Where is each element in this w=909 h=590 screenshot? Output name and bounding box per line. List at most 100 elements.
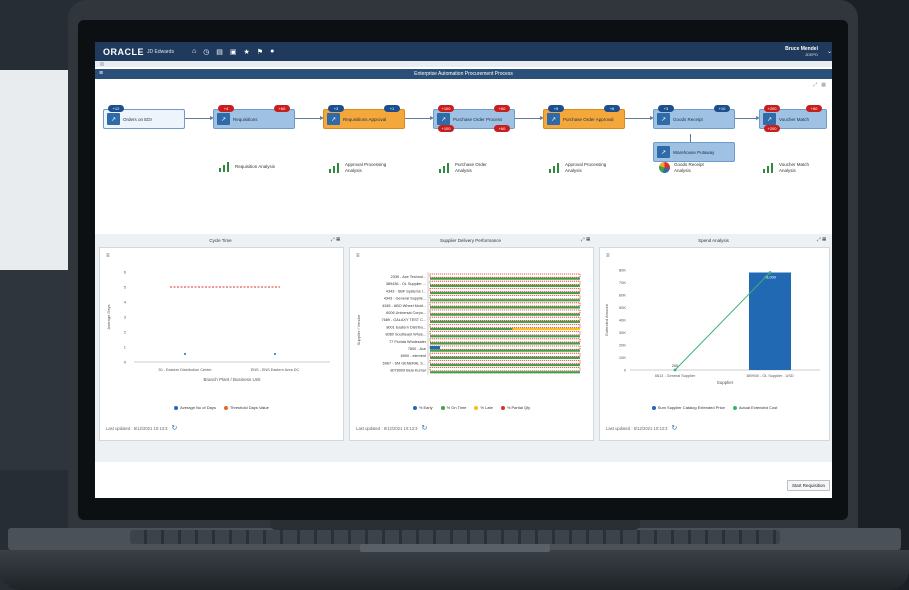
panel-menu-icon[interactable]: ≡ — [356, 253, 360, 259]
analysis-link-po-approval[interactable]: Approval Processing Analysis — [549, 162, 615, 173]
node-label: Purchase Order Approval — [563, 116, 614, 122]
y-tick-label: 8001 Eastern Distribu... — [386, 325, 426, 329]
flow-node-goods-receipt[interactable]: +3 +10 ↗ Goods Receipt — [653, 105, 735, 129]
bell-icon[interactable]: ● — [270, 48, 274, 56]
history-icon[interactable]: ◷ — [203, 48, 209, 56]
refresh-icon[interactable]: ↻ — [671, 424, 677, 432]
expand-icon[interactable]: ⤢ — [817, 237, 821, 243]
legend-item[interactable]: % Early — [412, 405, 433, 410]
y-tick-label: 0 — [624, 368, 627, 373]
data-point — [673, 368, 677, 372]
keyboard — [130, 530, 780, 544]
analysis-label: Voucher Match Analysis — [779, 162, 810, 173]
flow-node-voucher-match[interactable]: +200 +50 +200 ↗ Voucher Match — [759, 105, 827, 132]
legend-item[interactable]: % Late — [474, 405, 493, 410]
count-badge: +200 — [764, 105, 780, 112]
analysis-label: Requisition Analysis — [235, 164, 276, 170]
bar-segment — [430, 346, 440, 350]
legend-item[interactable]: Actual Extended Cost — [732, 405, 777, 410]
bar-segment — [430, 313, 580, 316]
flow-node-requisitions-approval[interactable]: +3 +1 ↗ Requisitions Approval — [323, 105, 405, 129]
flow-node-requisitions[interactable]: +4 +60 ↗ Requisitions — [213, 105, 295, 129]
flow-arrow — [185, 116, 214, 120]
expand-icon[interactable]: ⤢ — [581, 237, 585, 243]
flow-arrow — [515, 116, 544, 120]
options-icon[interactable]: ▦ — [822, 237, 826, 243]
chevron-down-icon[interactable]: ⌄ — [827, 48, 832, 55]
analysis-link-goods-receipt[interactable]: Goods Receipt Analysis — [659, 162, 714, 173]
x-tick-label: 6613 - General Supplier — [655, 374, 696, 378]
flag-icon[interactable]: ⚑ — [257, 48, 263, 56]
last-updated-text: Last updated : 6/12/2021 10:13:3 — [106, 425, 168, 431]
panel-title: Spend Analysis — [698, 237, 729, 243]
data-point — [184, 353, 186, 355]
refresh-icon[interactable]: ↻ — [421, 424, 427, 432]
app-header: ORACLE JD Edwards ⌂ ◷ ▤ ▣ ★ ⚑ ● Bruce Me… — [95, 42, 832, 61]
y-tick-label: 8060 Southeast Whse... — [385, 333, 426, 337]
last-updated: Last updated : 6/12/2021 10:13:3 ↻ — [356, 424, 427, 432]
bar-segment — [429, 295, 581, 300]
y-tick-label: 1 — [124, 345, 127, 350]
oracle-logo[interactable]: ORACLE — [103, 47, 144, 57]
x-axis-label: Branch Plant / Business Unit — [203, 377, 261, 382]
alert-badge: +50 — [806, 105, 822, 112]
count-badge: +4 — [218, 105, 234, 112]
refresh-icon[interactable]: ↻ — [171, 424, 177, 432]
analysis-link-requisition[interactable]: Requisition Analysis — [219, 162, 275, 172]
y-tick-label: 7689 - GALAXY TEST C... — [381, 318, 426, 322]
flow-arrow — [735, 116, 760, 120]
analysis-link-purchase-order[interactable]: Purchase Order Analysis — [439, 162, 495, 173]
legend-item[interactable]: Average No of Days — [174, 405, 216, 410]
panel-spend-analysis: ≡ 80K 70K 60K 50K 40K 30K 20K 10K 0 Extended Amou… — [599, 247, 830, 441]
node-label: Warehouse Putaway — [673, 149, 715, 155]
hamburger-menu-icon[interactable]: ≡ — [99, 70, 103, 78]
bar-segment — [429, 367, 581, 372]
count-badge: +3 — [658, 105, 674, 112]
analysis-label: Approval Processing Analysis — [345, 162, 387, 173]
node-label: Purchase Order Process — [453, 116, 503, 122]
panel-menu-icon[interactable]: ≡ — [606, 253, 610, 259]
user-menu[interactable]: Bruce Mendel JDEPD — [785, 46, 818, 58]
panel-menu-icon[interactable]: ≡ — [106, 253, 110, 259]
bar-segment — [430, 320, 580, 323]
flow-node-orders-edi[interactable]: +12 ↗ Orders on EDI — [103, 105, 185, 129]
list-icon[interactable]: ▤ — [216, 48, 223, 56]
bar-segment — [429, 338, 581, 343]
bar-segment — [430, 349, 580, 352]
options-icon[interactable]: ▦ — [821, 82, 826, 88]
document-icon[interactable]: ▣ — [230, 48, 237, 56]
analysis-link-approval-processing[interactable]: Approval Processing Analysis — [329, 162, 395, 173]
options-icon[interactable]: ▦ — [586, 237, 590, 243]
expand-icon[interactable]: ⤢ — [331, 237, 335, 243]
legend-item[interactable]: Sum Supplier Catalog Extended Price — [651, 405, 725, 410]
spend-analysis-chart: 80K 70K 60K 50K 40K 30K 20K 10K 0 Extended Amount… — [604, 268, 820, 385]
alert-badge: +10 — [714, 105, 730, 112]
y-tick-label: 3 — [124, 315, 127, 320]
flow-node-purchase-order-approval[interactable]: +5 +6 ↗ Purchase Order Approval — [543, 105, 625, 129]
favorite-icon[interactable]: ★ — [244, 48, 250, 56]
legend-item[interactable]: Threshold Days Value — [223, 405, 269, 410]
header-icons: ⌂ ◷ ▤ ▣ ★ ⚑ ● — [192, 48, 274, 56]
analysis-link-voucher-match[interactable]: Voucher Match Analysis — [763, 162, 819, 173]
chart-legend: Average No of Days Threshold Days Value — [100, 405, 343, 410]
flow-node-warehouse-putaway[interactable]: ↗ Warehouse Putaway — [653, 142, 735, 162]
user-role: JDEPD — [804, 51, 818, 57]
last-updated: Last updated : 6/12/2021 10:13:3 ↻ — [106, 424, 177, 432]
toolbar-dot[interactable] — [100, 62, 104, 66]
legend-item[interactable]: % Partial Qty — [500, 405, 530, 410]
options-icon[interactable]: ▦ — [336, 237, 340, 243]
y-tick-label: 7800 - Ace — [408, 347, 426, 351]
panel-supplier-delivery: ≡ Supplier / Vendor 2339 - Ace Technol...… — [349, 247, 594, 441]
flow-arrow — [405, 116, 434, 120]
y-tick-label: 20K — [619, 343, 626, 348]
start-requisition-button[interactable]: Start Requisition — [786, 480, 830, 491]
bar-segment — [430, 284, 580, 287]
x-axis-label: Supplier — [717, 380, 734, 385]
home-icon[interactable]: ⌂ — [192, 48, 196, 56]
y-tick-label: 40K — [619, 318, 626, 323]
alert-badge: +100 — [438, 125, 454, 132]
legend-item[interactable]: % On Time — [440, 405, 466, 410]
node-label: Requisitions Approval — [343, 116, 387, 122]
flow-node-purchase-order-process[interactable]: +100 +60 +100 +60 ↗ Purchase Order Proce… — [433, 105, 515, 132]
expand-icon[interactable]: ⤢ — [813, 82, 817, 88]
